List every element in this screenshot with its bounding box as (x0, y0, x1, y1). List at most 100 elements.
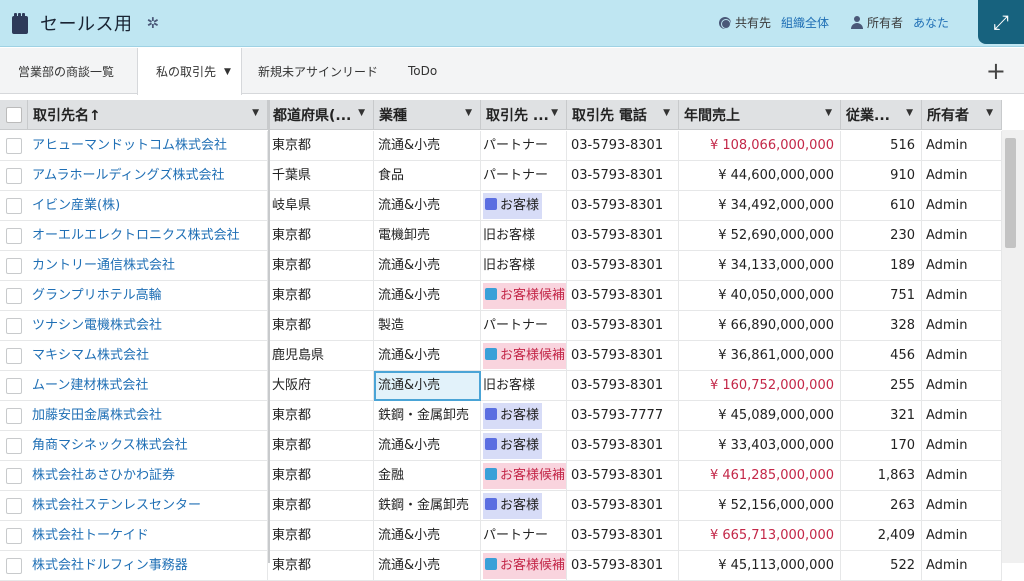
table-row[interactable]: グランプリホテル高輪 東京都 流通&小売 お客様候補 03-5793-8301 … (0, 281, 1002, 311)
col-header-prefecture[interactable]: 都道府県(... ▼ (268, 100, 374, 130)
table-row[interactable]: 株式会社ステンレスセンター 東京都 鉄鋼・金属卸売 お客様 03-5793-83… (0, 491, 1002, 521)
employees-cell[interactable]: 189 (841, 251, 922, 281)
account-type-cell[interactable]: お客様候補 (481, 551, 567, 581)
tab-todo[interactable]: ToDo (408, 48, 468, 94)
owner-cell[interactable]: Admin (922, 221, 1002, 251)
chevron-down-icon[interactable]: ▼ (986, 108, 993, 118)
account-type-cell[interactable]: 旧お客様 (481, 251, 567, 281)
row-checkbox[interactable] (6, 138, 22, 154)
table-row[interactable]: 株式会社トーケイド 東京都 流通&小売 パートナー 03-5793-8301 ¥… (0, 521, 1002, 551)
table-row[interactable]: アムラホールディングズ株式会社 千葉県 食品 パートナー 03-5793-830… (0, 161, 1002, 191)
account-type-cell[interactable]: お客様 (481, 491, 567, 521)
plus-icon[interactable]: + (986, 56, 1006, 86)
phone-cell[interactable]: 03-5793-8301 (567, 371, 679, 401)
phone-cell[interactable]: 03-5793-8301 (567, 251, 679, 281)
prefecture-cell[interactable]: 東京都 (268, 251, 374, 281)
row-checkbox[interactable] (6, 408, 22, 424)
industry-cell[interactable]: 金融 (374, 461, 481, 491)
account-name-link[interactable]: マキシマム株式会社 (28, 341, 268, 371)
employees-cell[interactable]: 321 (841, 401, 922, 431)
owner-cell[interactable]: Admin (922, 491, 1002, 521)
phone-cell[interactable]: 03-5793-8301 (567, 191, 679, 221)
account-type-cell[interactable]: お客様候補 (481, 341, 567, 371)
account-type-cell[interactable]: お客様 (481, 431, 567, 461)
expand-button[interactable]: ⤢ (978, 0, 1024, 44)
gear-icon[interactable]: ✲ (147, 14, 160, 32)
industry-cell[interactable]: 鉄鋼・金属卸売 (374, 401, 481, 431)
prefecture-cell[interactable]: 東京都 (268, 221, 374, 251)
annual-revenue-cell[interactable]: ¥ 34,492,000,000 (679, 191, 841, 221)
account-type-cell[interactable]: お客様候補 (481, 281, 567, 311)
annual-revenue-cell[interactable]: ¥ 36,861,000,000 (679, 341, 841, 371)
phone-cell[interactable]: 03-5793-8301 (567, 431, 679, 461)
row-checkbox[interactable] (6, 468, 22, 484)
row-checkbox[interactable] (6, 558, 22, 574)
account-name-link[interactable]: アムラホールディングズ株式会社 (28, 161, 268, 191)
row-checkbox[interactable] (6, 168, 22, 184)
prefecture-cell[interactable]: 東京都 (268, 131, 374, 161)
prefecture-cell[interactable]: 東京都 (268, 431, 374, 461)
phone-cell[interactable]: 03-5793-8301 (567, 491, 679, 521)
annual-revenue-cell[interactable]: ¥ 34,133,000,000 (679, 251, 841, 281)
scrollbar-thumb[interactable] (1005, 138, 1016, 248)
industry-cell[interactable]: 流通&小売 (374, 131, 481, 161)
table-row[interactable]: 株式会社あさひかわ証券 東京都 金融 お客様候補 03-5793-8301 ¥ … (0, 461, 1002, 491)
employees-cell[interactable]: 751 (841, 281, 922, 311)
row-checkbox[interactable] (6, 228, 22, 244)
chevron-down-icon[interactable]: ▼ (465, 108, 472, 118)
annual-revenue-cell[interactable]: ¥ 108,066,000,000 (679, 131, 841, 161)
industry-cell[interactable]: 流通&小売 (374, 431, 481, 461)
annual-revenue-cell[interactable]: ¥ 33,403,000,000 (679, 431, 841, 461)
phone-cell[interactable]: 03-5793-8301 (567, 281, 679, 311)
chevron-down-icon[interactable]: ▼ (906, 108, 913, 118)
employees-cell[interactable]: 522 (841, 551, 922, 581)
industry-cell[interactable]: 流通&小売 (374, 521, 481, 551)
annual-revenue-cell[interactable]: ¥ 52,690,000,000 (679, 221, 841, 251)
industry-cell[interactable]: 食品 (374, 161, 481, 191)
account-name-link[interactable]: 加藤安田金属株式会社 (28, 401, 268, 431)
owner-value-link[interactable]: あなた (913, 14, 949, 31)
prefecture-cell[interactable]: 東京都 (268, 311, 374, 341)
account-name-link[interactable]: 株式会社トーケイド (28, 521, 268, 551)
prefecture-cell[interactable]: 東京都 (268, 401, 374, 431)
owner-cell[interactable]: Admin (922, 371, 1002, 401)
owner-cell[interactable]: Admin (922, 191, 1002, 221)
industry-cell[interactable]: 鉄鋼・金属卸売 (374, 491, 481, 521)
account-name-link[interactable]: 株式会社ドルフィン事務器 (28, 551, 268, 581)
account-type-cell[interactable]: 旧お客様 (481, 371, 567, 401)
annual-revenue-cell[interactable]: ¥ 160,752,000,000 (679, 371, 841, 401)
prefecture-cell[interactable]: 東京都 (268, 521, 374, 551)
row-checkbox[interactable] (6, 198, 22, 214)
account-name-link[interactable]: イビン産業(株) (28, 191, 268, 221)
owner-cell[interactable]: Admin (922, 311, 1002, 341)
employees-cell[interactable]: 328 (841, 311, 922, 341)
account-type-cell[interactable]: パートナー (481, 131, 567, 161)
owner-cell[interactable]: Admin (922, 341, 1002, 371)
employees-cell[interactable]: 230 (841, 221, 922, 251)
phone-cell[interactable]: 03-5793-8301 (567, 311, 679, 341)
account-type-cell[interactable]: お客様 (481, 401, 567, 431)
account-name-link[interactable]: ツナシン電機株式会社 (28, 311, 268, 341)
annual-revenue-cell[interactable]: ¥ 66,890,000,000 (679, 311, 841, 341)
employees-cell[interactable]: 610 (841, 191, 922, 221)
industry-cell[interactable]: 電機卸売 (374, 221, 481, 251)
row-checkbox[interactable] (6, 258, 22, 274)
employees-cell[interactable]: 255 (841, 371, 922, 401)
prefecture-cell[interactable]: 岐阜県 (268, 191, 374, 221)
employees-cell[interactable]: 516 (841, 131, 922, 161)
account-name-link[interactable]: オーエルエレクトロニクス株式会社 (28, 221, 268, 251)
select-all-checkbox[interactable] (6, 107, 22, 123)
account-name-link[interactable]: 株式会社ステンレスセンター (28, 491, 268, 521)
employees-cell[interactable]: 263 (841, 491, 922, 521)
account-type-cell[interactable]: パートナー (481, 521, 567, 551)
phone-cell[interactable]: 03-5793-8301 (567, 161, 679, 191)
phone-cell[interactable]: 03-5793-8301 (567, 551, 679, 581)
owner-cell[interactable]: Admin (922, 461, 1002, 491)
annual-revenue-cell[interactable]: ¥ 45,113,000,000 (679, 551, 841, 581)
phone-cell[interactable]: 03-5793-8301 (567, 221, 679, 251)
row-checkbox[interactable] (6, 438, 22, 454)
table-row[interactable]: 加藤安田金属株式会社 東京都 鉄鋼・金属卸売 お客様 03-5793-7777 … (0, 401, 1002, 431)
annual-revenue-cell[interactable]: ¥ 461,285,000,000 (679, 461, 841, 491)
chevron-down-icon[interactable]: ▼ (358, 108, 365, 118)
industry-cell[interactable]: 流通&小売 (374, 551, 481, 581)
